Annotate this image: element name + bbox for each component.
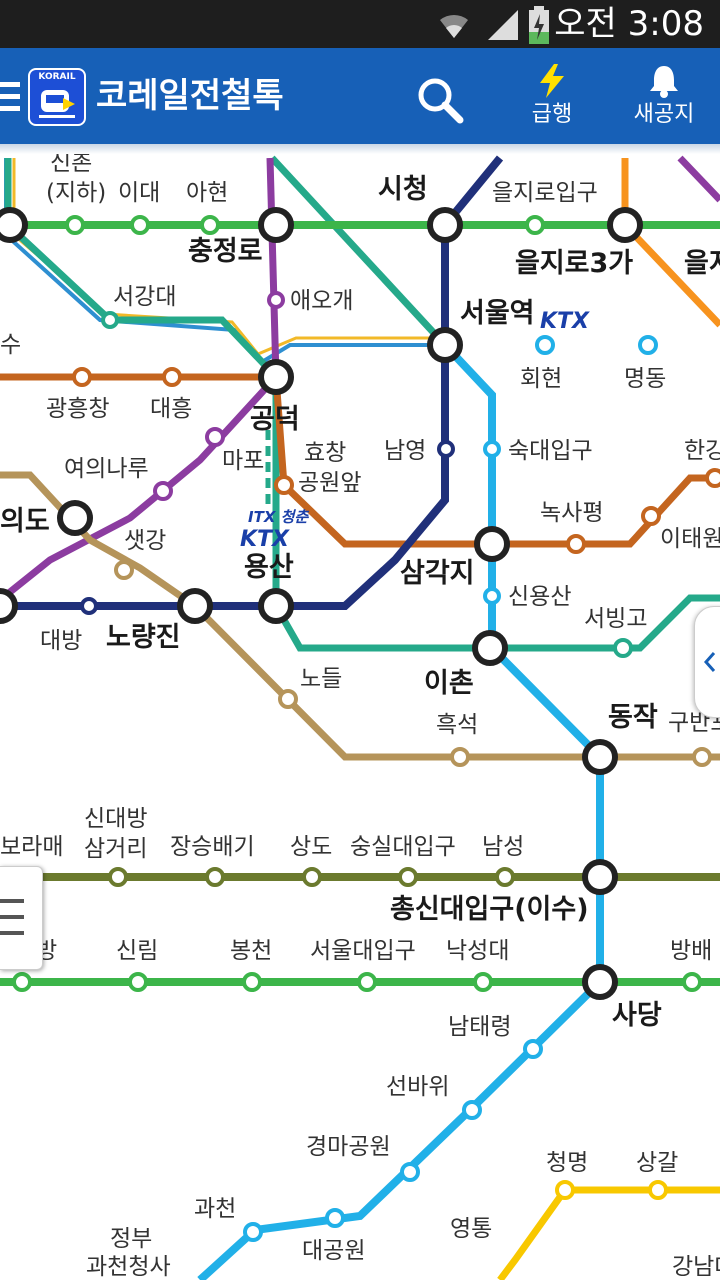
station-label[interactable]: 삼각지 bbox=[400, 558, 475, 589]
station-label[interactable]: 경마공원 bbox=[306, 1134, 391, 1160]
station-label[interactable]: 숙대입구 bbox=[508, 438, 593, 464]
notice-button[interactable]: 새공지 bbox=[624, 62, 704, 134]
express-button[interactable]: 급행 bbox=[512, 62, 592, 134]
notice-label: 새공지 bbox=[633, 102, 695, 127]
station-label[interactable]: 신림 bbox=[116, 938, 158, 964]
subway-map-canvas[interactable]: 신촌 (지하) 이대 아현 충정로 시청 을지로입구 을지로3가 을지 서강대 … bbox=[0, 154, 720, 1280]
station-label[interactable]: 공덕 bbox=[250, 404, 300, 435]
station-label[interactable]: 강남대 bbox=[672, 1254, 720, 1280]
train-icon bbox=[39, 90, 75, 118]
station-label[interactable]: 이촌 bbox=[424, 668, 474, 699]
station-label[interactable]: 의도 bbox=[0, 506, 50, 537]
station-label[interactable]: 남영 bbox=[384, 438, 426, 464]
station-label[interactable]: 한강 bbox=[684, 438, 720, 464]
menu-lines-icon bbox=[0, 899, 24, 935]
station-label[interactable]: 샛강 bbox=[124, 528, 166, 554]
station-label[interactable]: 서울역 bbox=[460, 298, 535, 329]
station-label[interactable]: 총신대입구(이수) bbox=[390, 894, 589, 925]
signal-icon bbox=[488, 10, 518, 40]
station-label[interactable]: 노량진 bbox=[106, 622, 181, 653]
chevron-left-icon bbox=[703, 652, 716, 672]
station-label[interactable]: 마포 bbox=[222, 448, 264, 474]
app-title: 코레일전철톡 bbox=[96, 76, 284, 116]
station-label[interactable]: 서강대 bbox=[113, 284, 176, 310]
station-label[interactable]: 숭실대입구 bbox=[350, 834, 456, 860]
station-label[interactable]: 녹사평 bbox=[540, 500, 603, 526]
side-menu-tab[interactable] bbox=[0, 866, 43, 970]
station-label[interactable]: 영통 bbox=[450, 1216, 492, 1242]
hamburger-icon[interactable] bbox=[0, 82, 22, 112]
station-label[interactable]: 남태령 bbox=[448, 1014, 511, 1040]
station-label[interactable]: 낙성대 bbox=[446, 938, 509, 964]
station-label[interactable]: 공원앞 bbox=[298, 470, 361, 496]
station-label[interactable]: 아현 bbox=[186, 180, 228, 206]
bell-icon bbox=[650, 66, 678, 98]
station-label[interactable]: 보라매 bbox=[0, 834, 63, 860]
battery-charging-icon bbox=[529, 6, 549, 44]
station-label[interactable]: 광흥창 bbox=[46, 396, 109, 422]
station-label[interactable]: 과천 bbox=[194, 1196, 236, 1222]
status-time: 오전 3:08 bbox=[554, 4, 704, 44]
station-label[interactable]: 서빙고 bbox=[584, 606, 647, 632]
station-label[interactable]: 명동 bbox=[624, 366, 666, 392]
station-label[interactable]: 삼거리 bbox=[84, 836, 147, 862]
itx-logo: ITX 청춘 bbox=[248, 508, 309, 526]
ktx-logo: KTX bbox=[240, 527, 290, 552]
station-label[interactable]: 대공원 bbox=[302, 1238, 365, 1264]
station-label[interactable]: 여의나루 bbox=[64, 456, 149, 482]
search-icon[interactable] bbox=[416, 76, 464, 124]
station-label[interactable]: 신용산 bbox=[508, 584, 571, 610]
app-logo[interactable]: KORAIL bbox=[28, 68, 86, 126]
station-label[interactable]: 남성 bbox=[482, 834, 524, 860]
station-label[interactable]: 상도 bbox=[290, 834, 332, 860]
station-label[interactable]: 신촌 bbox=[50, 154, 92, 176]
station-label[interactable]: 사당 bbox=[612, 1000, 662, 1031]
station-label[interactable]: 선바위 bbox=[386, 1074, 449, 1100]
station-label[interactable]: 시청 bbox=[378, 174, 428, 205]
panel-expand-tab[interactable] bbox=[694, 606, 720, 718]
wifi-icon bbox=[440, 14, 468, 39]
status-bar: 오전 3:08 bbox=[0, 0, 720, 48]
app-bar-shadow bbox=[0, 144, 720, 154]
app-bar: KORAIL 코레일전철톡 급행 새공지 bbox=[0, 48, 720, 144]
station-label[interactable]: 을지로3가 bbox=[515, 248, 633, 279]
station-label[interactable]: 방배 bbox=[670, 938, 712, 964]
station-label[interactable]: 대흥 bbox=[150, 396, 192, 422]
line4 bbox=[197, 342, 604, 1280]
subway-map[interactable]: 신촌 (지하) 이대 아현 충정로 시청 을지로입구 을지로3가 을지 서강대 … bbox=[0, 154, 720, 1280]
station-label[interactable]: 과천청사 bbox=[86, 1254, 171, 1280]
lightning-icon bbox=[540, 64, 564, 98]
station-label[interactable]: 수 bbox=[0, 332, 21, 358]
station-label[interactable]: 봉천 bbox=[230, 938, 272, 964]
station-label[interactable]: 동작 bbox=[608, 702, 658, 733]
station-label[interactable]: 회현 bbox=[520, 366, 562, 392]
station-label[interactable]: 서울대입구 bbox=[310, 938, 416, 964]
station-label[interactable]: 청명 bbox=[546, 1150, 588, 1176]
station-label[interactable]: 장승배기 bbox=[170, 834, 255, 860]
station-label[interactable]: 충정로 bbox=[188, 236, 263, 267]
station-label[interactable]: (지하) bbox=[46, 180, 106, 206]
station-label[interactable]: 을지로입구 bbox=[492, 180, 598, 206]
station-label[interactable]: 용산 bbox=[244, 552, 294, 583]
station-label[interactable]: 신대방 bbox=[84, 806, 147, 832]
station-label[interactable]: 대방 bbox=[40, 628, 82, 654]
app-logo-text: KORAIL bbox=[38, 72, 76, 82]
station-label[interactable]: 효창 bbox=[304, 440, 346, 466]
station-label[interactable]: 흑석 bbox=[436, 712, 478, 738]
station-label[interactable]: 상갈 bbox=[636, 1150, 678, 1176]
line5-east bbox=[677, 155, 720, 203]
station-label[interactable]: 이태원 bbox=[660, 526, 720, 552]
station-label[interactable]: 을지 bbox=[684, 248, 720, 279]
station-label[interactable]: 노들 bbox=[300, 666, 342, 692]
ktx-logo: KTX bbox=[540, 309, 590, 334]
express-label: 급행 bbox=[531, 102, 573, 127]
station-label[interactable]: 이대 bbox=[118, 180, 160, 206]
station-label[interactable]: 정부 bbox=[110, 1226, 152, 1252]
station-label[interactable]: 애오개 bbox=[290, 288, 353, 314]
